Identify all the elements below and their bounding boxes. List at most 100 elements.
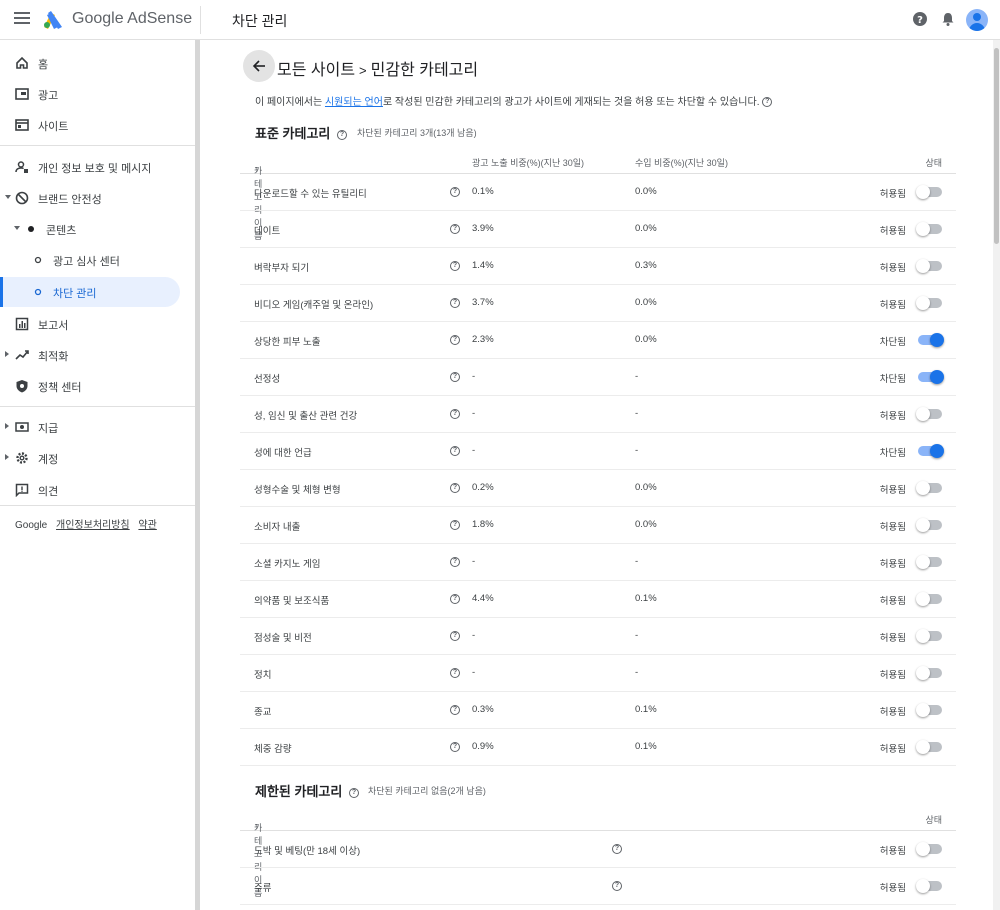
- help-icon[interactable]: ?: [450, 298, 460, 308]
- restricted-categories-table: 카테고리 이름 ↑ 상태 도박 및 베팅(만 18세 이상)? 허용됨 주류? 허용됨: [240, 805, 956, 905]
- block-toggle[interactable]: [916, 879, 942, 893]
- page-title: 차단 관리: [232, 13, 288, 29]
- block-toggle[interactable]: [916, 842, 942, 856]
- block-toggle[interactable]: [916, 407, 942, 421]
- breadcrumb-root[interactable]: 모든 사이트: [277, 62, 355, 79]
- breadcrumb: 모든 사이트 > 민감한 카테고리: [277, 56, 478, 80]
- sidebar-item-optimize[interactable]: 최적화: [0, 340, 196, 370]
- revenue-share: 0.0%: [635, 334, 657, 345]
- help-icon[interactable]: ?: [450, 224, 460, 234]
- help-icon[interactable]: ?: [450, 705, 460, 715]
- status-label: 허용됨: [879, 485, 906, 496]
- block-toggle[interactable]: [918, 444, 944, 458]
- block-toggle[interactable]: [916, 629, 942, 643]
- help-icon[interactable]: ?: [450, 520, 460, 530]
- category-name: 성에 대한 언급: [254, 448, 312, 459]
- status-label: 허용됨: [879, 300, 906, 311]
- status-label: 허용됨: [879, 522, 906, 533]
- revenue-share: -: [635, 408, 639, 419]
- block-toggle[interactable]: [916, 259, 942, 273]
- block-toggle[interactable]: [918, 370, 944, 384]
- category-name: 다운로드할 수 있는 유틸리티: [254, 189, 367, 200]
- category-name: 의약품 및 보조식품: [254, 596, 330, 607]
- help-icon[interactable]: ?: [612, 881, 622, 891]
- category-name: 비디오 게임(캐주얼 및 온라인): [254, 300, 374, 311]
- block-toggle[interactable]: [916, 592, 942, 606]
- category-name: 벼락부자 되기: [254, 263, 310, 274]
- help-icon[interactable]: ?: [450, 594, 460, 604]
- privacy-icon: [15, 161, 28, 173]
- scrollbar-thumb[interactable]: [994, 48, 999, 244]
- sidebar-item-label: 광고 심사 센터: [53, 256, 120, 268]
- block-toggle[interactable]: [916, 666, 942, 680]
- menu-icon[interactable]: [14, 12, 30, 26]
- sidebar-item-ads[interactable]: 광고: [0, 79, 196, 109]
- sidebar-item-home[interactable]: 홈: [0, 48, 196, 78]
- sidebar-item-payments[interactable]: 지급: [0, 412, 196, 442]
- footer-google: Google: [15, 520, 48, 531]
- status-label: 허용됨: [879, 633, 906, 644]
- block-toggle[interactable]: [916, 185, 942, 199]
- help-icon[interactable]: ?: [450, 335, 460, 345]
- sidebar-item-content[interactable]: 콘텐츠: [0, 214, 196, 244]
- block-toggle[interactable]: [916, 555, 942, 569]
- terms-link[interactable]: 약관: [138, 520, 156, 531]
- help-icon[interactable]: ?: [337, 129, 347, 140]
- supported-languages-link[interactable]: 시원되는 언어: [325, 97, 383, 108]
- help-icon[interactable]: ?: [912, 11, 928, 27]
- sidebar-item-account[interactable]: 계정: [0, 443, 196, 473]
- top-app-bar: Google AdSense 차단 관리 ?: [0, 0, 1000, 40]
- toggle-knob: [916, 222, 930, 236]
- desc-prefix: 이 페이지에서는: [255, 97, 323, 108]
- sidebar-item-sites[interactable]: 사이트: [0, 110, 196, 140]
- avatar[interactable]: [966, 9, 988, 31]
- table-row: 벼락부자 되기? 1.4% 0.3% 허용됨: [240, 248, 956, 285]
- sidebar-item-reports[interactable]: 보고서: [0, 309, 196, 339]
- home-icon: [16, 56, 28, 69]
- help-icon[interactable]: ?: [450, 557, 460, 567]
- help-icon[interactable]: ?: [450, 631, 460, 641]
- help-icon[interactable]: ?: [450, 261, 460, 271]
- block-toggle[interactable]: [916, 518, 942, 532]
- sidebar-item-brand-safety[interactable]: 브랜드 안전성: [0, 183, 196, 213]
- block-toggle[interactable]: [916, 481, 942, 495]
- table-row: 선정성? - - 차단됨: [240, 359, 956, 396]
- block-toggle[interactable]: [916, 296, 942, 310]
- table-row: 점성술 및 비전? - - 허용됨: [240, 618, 956, 655]
- sidebar-item-ad-review[interactable]: 광고 심사 센터: [0, 245, 196, 275]
- privacy-policy-link[interactable]: 개인정보처리방침: [56, 520, 130, 531]
- help-icon[interactable]: ?: [450, 668, 460, 678]
- block-toggle[interactable]: [916, 222, 942, 236]
- help-icon[interactable]: ?: [348, 787, 359, 798]
- back-button[interactable]: [243, 50, 275, 82]
- sidebar-item-privacy[interactable]: 개인 정보 보호 및 메시지: [0, 152, 196, 182]
- sidebar-item-feedback[interactable]: 의견: [0, 475, 196, 505]
- help-icon[interactable]: ?: [450, 742, 460, 752]
- help-icon[interactable]: ?: [612, 844, 622, 854]
- table-header: 카테고리 이름 ↑ 광고 노출 비중(%)(지난 30일) 수입 비중(%)(지…: [240, 148, 956, 241]
- revenue-share: -: [635, 667, 639, 678]
- help-icon[interactable]: ?: [762, 97, 773, 108]
- divider: [0, 406, 196, 407]
- toggle-knob: [916, 703, 930, 717]
- help-icon[interactable]: ?: [450, 187, 460, 197]
- help-icon[interactable]: ?: [450, 446, 460, 456]
- impression-share: 0.3%: [472, 704, 494, 715]
- impression-share: -: [472, 667, 476, 678]
- svg-text:?: ?: [917, 15, 923, 26]
- help-icon[interactable]: ?: [450, 409, 460, 419]
- main-scrollbar[interactable]: [993, 40, 1000, 910]
- help-icon[interactable]: ?: [450, 372, 460, 382]
- divider: [200, 6, 201, 34]
- sidebar-item-policy[interactable]: 정책 센터: [0, 371, 196, 401]
- block-toggle[interactable]: [918, 333, 944, 347]
- category-name: 선정성: [254, 374, 281, 385]
- breadcrumb-current: 민감한 카테고리: [370, 62, 479, 79]
- block-toggle[interactable]: [916, 740, 942, 754]
- page-description: 이 페이지에서는 시원되는 언어로 작성된 민감한 카테고리의 광고가 사이트에…: [255, 93, 773, 108]
- sidebar-item-blocking[interactable]: 차단 관리: [0, 277, 180, 307]
- help-icon[interactable]: ?: [450, 483, 460, 493]
- block-toggle[interactable]: [916, 703, 942, 717]
- notifications-icon[interactable]: [940, 11, 956, 27]
- impression-share: -: [472, 556, 476, 567]
